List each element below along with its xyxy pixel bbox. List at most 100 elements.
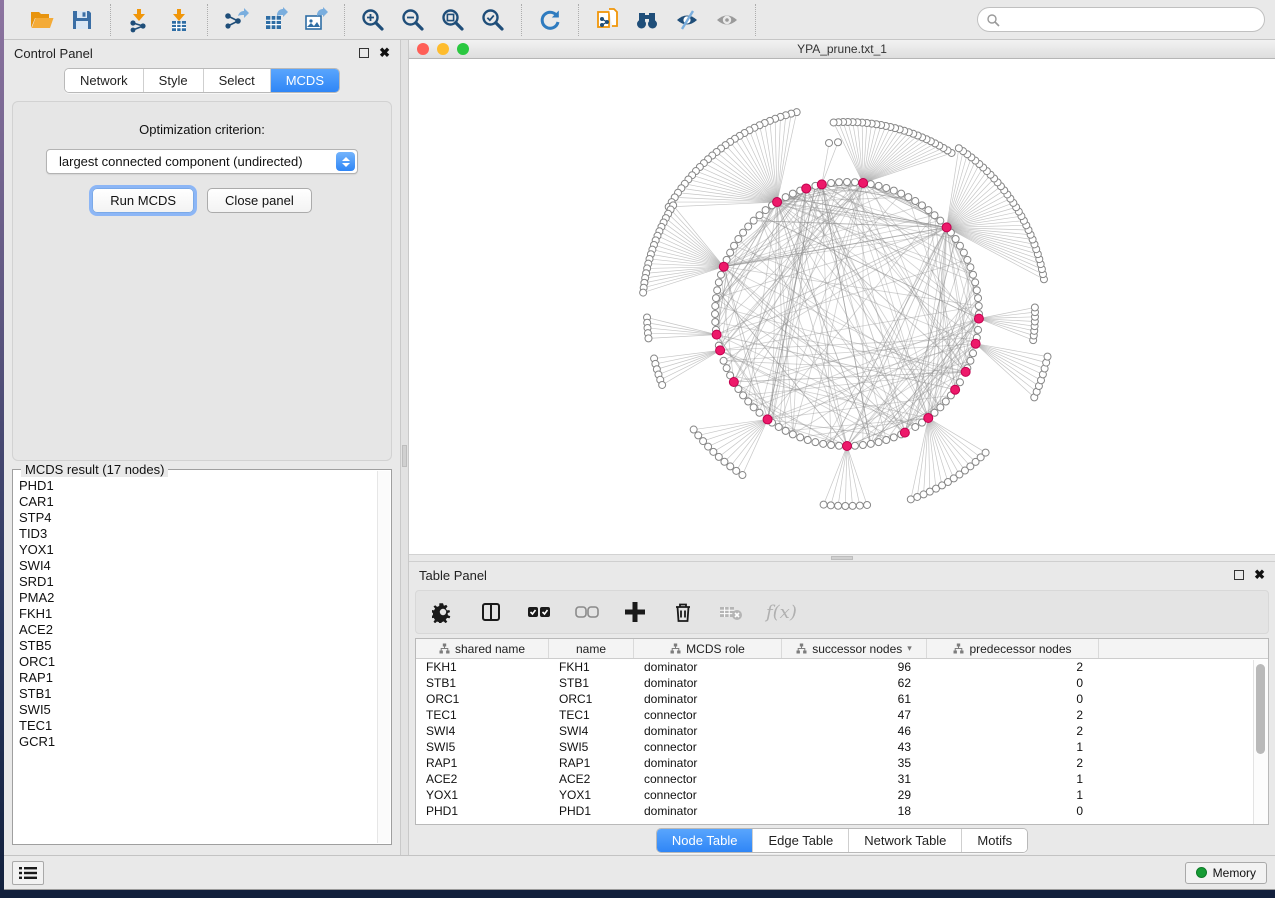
table-row[interactable]: FKH1FKH1dominator962 — [416, 659, 1268, 675]
mcds-result-item[interactable]: SRD1 — [19, 574, 377, 590]
graph-leaf-node[interactable] — [826, 139, 833, 146]
graph-node[interactable] — [750, 217, 757, 224]
graph-node[interactable] — [731, 242, 738, 249]
zoom-in-button[interactable] — [357, 5, 389, 35]
graph-node[interactable] — [937, 217, 944, 224]
tab-mcds[interactable]: MCDS — [270, 69, 339, 92]
graph-mcds-hub-node[interactable] — [729, 377, 738, 386]
graph-node[interactable] — [836, 179, 843, 186]
table-cell[interactable]: dominator — [634, 691, 782, 707]
graph-node[interactable] — [804, 437, 811, 444]
table-cell[interactable]: YOX1 — [549, 787, 634, 803]
graph-node[interactable] — [836, 442, 843, 449]
table-cell[interactable]: PHD1 — [549, 803, 634, 819]
table-cell[interactable]: connector — [634, 707, 782, 723]
graph-mcds-hub-node[interactable] — [773, 198, 782, 207]
graph-mcds-hub-node[interactable] — [942, 223, 951, 232]
graph-node[interactable] — [875, 182, 882, 189]
import-table-button[interactable] — [163, 5, 195, 35]
graph-leaf-node[interactable] — [645, 335, 652, 342]
graph-leaf-node[interactable] — [842, 502, 849, 509]
graph-mcds-hub-node[interactable] — [971, 339, 980, 348]
table-cell[interactable]: 2 — [927, 755, 1099, 771]
column-header-shared-name[interactable]: shared name — [416, 639, 549, 658]
table-cell[interactable]: 46 — [782, 723, 927, 739]
graph-leaf-node[interactable] — [739, 472, 746, 479]
table-cell[interactable]: FKH1 — [416, 659, 549, 675]
close-panel-button[interactable]: Close panel — [207, 188, 312, 213]
graph-node[interactable] — [820, 440, 827, 447]
graph-leaf-node[interactable] — [690, 426, 697, 433]
graph-node[interactable] — [745, 398, 752, 405]
maximize-window-icon[interactable] — [457, 43, 469, 55]
graph-node[interactable] — [775, 423, 782, 430]
table-scrollbar[interactable] — [1253, 660, 1268, 824]
graph-mcds-hub-node[interactable] — [859, 178, 868, 187]
graph-mcds-hub-node[interactable] — [974, 314, 983, 323]
tab-node-table[interactable]: Node Table — [657, 829, 753, 852]
graph-mcds-hub-node[interactable] — [802, 184, 811, 193]
table-row[interactable]: STB1STB1dominator620 — [416, 675, 1268, 691]
graph-leaf-node[interactable] — [733, 467, 740, 474]
table-cell[interactable]: YOX1 — [416, 787, 549, 803]
graph-node[interactable] — [967, 264, 974, 271]
graph-node[interactable] — [956, 379, 963, 386]
table-settings-button[interactable] — [430, 599, 456, 625]
graph-node[interactable] — [956, 242, 963, 249]
table-cell[interactable]: connector — [634, 771, 782, 787]
column-menu-arrow-icon[interactable]: ▾ — [907, 643, 912, 654]
graph-node[interactable] — [942, 398, 949, 405]
table-cell[interactable]: 31 — [782, 771, 927, 787]
find-button[interactable] — [631, 5, 663, 35]
float-panel-icon[interactable] — [1234, 570, 1244, 580]
mcds-result-scrollbar[interactable] — [377, 471, 390, 843]
graph-node[interactable] — [789, 431, 796, 438]
graph-node[interactable] — [912, 423, 919, 430]
table-cell[interactable]: 47 — [782, 707, 927, 723]
graph-node[interactable] — [789, 190, 796, 197]
column-header-name[interactable]: name — [549, 639, 634, 658]
table-cell[interactable]: 43 — [782, 739, 927, 755]
mcds-result-item[interactable]: STP4 — [19, 510, 377, 526]
graph-leaf-node[interactable] — [864, 501, 871, 508]
table-cell[interactable]: SWI5 — [549, 739, 634, 755]
table-cell[interactable]: 0 — [927, 675, 1099, 691]
table-cell[interactable]: FKH1 — [549, 659, 634, 675]
show-all-button[interactable] — [711, 5, 743, 35]
table-row[interactable]: RAP1RAP1dominator352 — [416, 755, 1268, 771]
graph-node[interactable] — [931, 212, 938, 219]
graph-node[interactable] — [967, 357, 974, 364]
graph-node[interactable] — [960, 249, 967, 256]
table-cell[interactable]: 2 — [927, 723, 1099, 739]
vertical-splitter[interactable] — [400, 40, 409, 855]
graph-node[interactable] — [762, 207, 769, 214]
graph-node[interactable] — [898, 190, 905, 197]
graph-mcds-hub-node[interactable] — [843, 442, 852, 451]
tab-select[interactable]: Select — [203, 69, 270, 92]
table-cell[interactable]: 61 — [782, 691, 927, 707]
graph-node[interactable] — [970, 271, 977, 278]
graph-node[interactable] — [851, 179, 858, 186]
mcds-result-item[interactable]: RAP1 — [19, 670, 377, 686]
mcds-result-item[interactable]: SWI5 — [19, 702, 377, 718]
graph-node[interactable] — [756, 212, 763, 219]
graph-node[interactable] — [717, 271, 724, 278]
graph-node[interactable] — [723, 365, 730, 372]
hide-selected-button[interactable] — [671, 5, 703, 35]
graph-node[interactable] — [782, 427, 789, 434]
graph-node[interactable] — [952, 236, 959, 243]
tab-network-table[interactable]: Network Table — [848, 829, 961, 852]
graph-leaf-node[interactable] — [659, 381, 666, 388]
horizontal-splitter[interactable] — [409, 554, 1275, 562]
scrollbar-thumb[interactable] — [1256, 664, 1265, 754]
graph-mcds-hub-node[interactable] — [900, 428, 909, 437]
zoom-fit-button[interactable] — [437, 5, 469, 35]
column-header-MCDS-role[interactable]: MCDS role — [634, 639, 782, 658]
graph-leaf-node[interactable] — [849, 502, 856, 509]
graph-node[interactable] — [970, 350, 977, 357]
graph-node[interactable] — [844, 179, 851, 186]
graph-node[interactable] — [973, 287, 980, 294]
memory-button[interactable]: Memory — [1185, 862, 1267, 884]
table-row[interactable]: ORC1ORC1dominator610 — [416, 691, 1268, 707]
graph-leaf-node[interactable] — [695, 432, 702, 439]
